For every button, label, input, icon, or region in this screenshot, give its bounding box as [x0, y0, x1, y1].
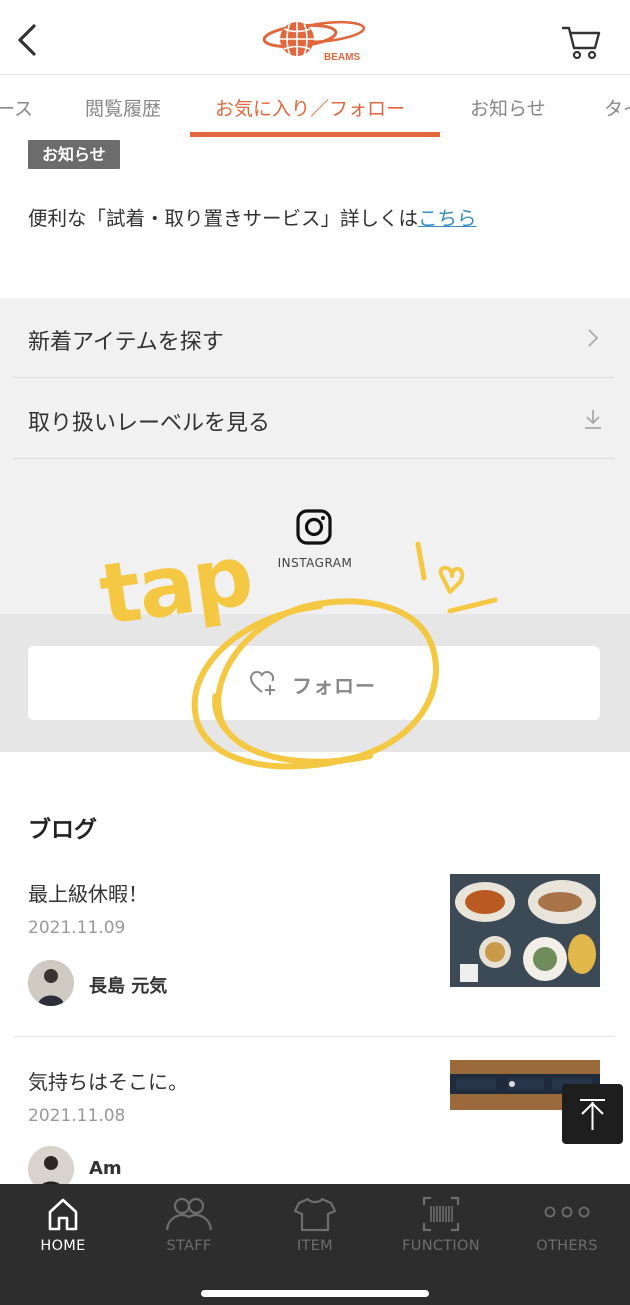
back-to-top-button[interactable] [562, 1084, 623, 1144]
chevron-right-icon [588, 329, 599, 347]
follow-label: フォロー [292, 674, 376, 698]
menu-new-items-label: 新着アイテムを探す [28, 330, 224, 355]
active-tab-indicator [190, 132, 440, 137]
menu-labels-label: 取り扱いレーベルを見る [28, 411, 271, 436]
blog-post-date: 2021.11.09 [28, 918, 126, 938]
blog-post-author: 長島 元気 [89, 976, 168, 997]
tap-annotation-text: tap [93, 525, 258, 645]
tab-news[interactable]: ース [0, 94, 33, 121]
blog-section-title: ブログ [28, 817, 97, 843]
blog-post-title: 気持ちはそこに。 [28, 1070, 188, 1094]
logo-text: BEAMS [324, 52, 360, 63]
download-icon [585, 410, 601, 429]
tab-notifications[interactable]: お知らせ [470, 94, 546, 121]
nav-item[interactable]: ITEM [252, 1184, 378, 1264]
tab-bar: ース 閲覧履歴 お気に入り／フォロー お知らせ タイ [0, 76, 630, 140]
app-header: BEAMS [0, 0, 630, 75]
more-dots-icon [544, 1206, 590, 1218]
blog-post-thumbnail [450, 874, 600, 987]
blog-post-title: 最上級休暇！ [28, 882, 148, 906]
blog-post-date: 2021.11.08 [28, 1106, 126, 1126]
nav-others-label: OTHERS [536, 1238, 598, 1254]
arrow-up-icon [580, 1099, 605, 1130]
avatar [28, 960, 74, 1006]
nav-item-label: ITEM [296, 1238, 333, 1254]
blog-post-author: Am [89, 1158, 122, 1179]
menu-labels[interactable]: 取り扱いレーベルを見る [13, 379, 615, 459]
barcode-icon [422, 1196, 460, 1232]
nav-home-label: HOME [40, 1238, 86, 1254]
cart-icon [561, 26, 601, 60]
nav-others[interactable]: OTHERS [504, 1184, 630, 1264]
nav-home[interactable]: HOME [0, 1184, 126, 1264]
tab-timeline[interactable]: タイ [604, 94, 630, 121]
blog-post[interactable]: 気持ちはそこに。 2021.11.08 Am [13, 1056, 615, 1192]
tab-favorites-follow[interactable]: お気に入り／フォロー [215, 94, 405, 121]
cart-button[interactable] [560, 20, 602, 62]
nav-function-label: FUNCTION [402, 1238, 480, 1254]
notice-badge: お知らせ [28, 140, 120, 169]
blog-post[interactable]: 最上級休暇！ 2021.11.09 長島 元気 [13, 870, 615, 1020]
back-button[interactable] [10, 18, 46, 62]
nav-staff-label: STAFF [166, 1238, 212, 1254]
notice-link[interactable]: こちら [418, 207, 477, 230]
nav-function[interactable]: FUNCTION [378, 1184, 504, 1264]
menu-new-items[interactable]: 新着アイテムを探す [13, 298, 615, 378]
notice-text-prefix: 便利な「試着・取り置きサービス」詳しくは [28, 207, 419, 230]
bottom-navigation: HOME STAFF ITEM FUNCTION OTHERS [0, 1184, 630, 1305]
home-indicator [201, 1290, 429, 1297]
notice-text: 便利な「試着・取り置きサービス」詳しくはこちら [28, 202, 477, 231]
nav-staff[interactable]: STAFF [126, 1184, 252, 1264]
tshirt-icon [293, 1197, 337, 1232]
heart-plus-icon [249, 670, 275, 695]
chevron-left-icon [18, 24, 36, 56]
post-divider [13, 1036, 615, 1037]
instagram-icon[interactable] [295, 508, 333, 546]
tab-history[interactable]: 閲覧履歴 [85, 94, 161, 121]
staff-icon [165, 1197, 213, 1231]
home-icon [48, 1198, 78, 1231]
beams-logo[interactable]: BEAMS [260, 14, 372, 64]
